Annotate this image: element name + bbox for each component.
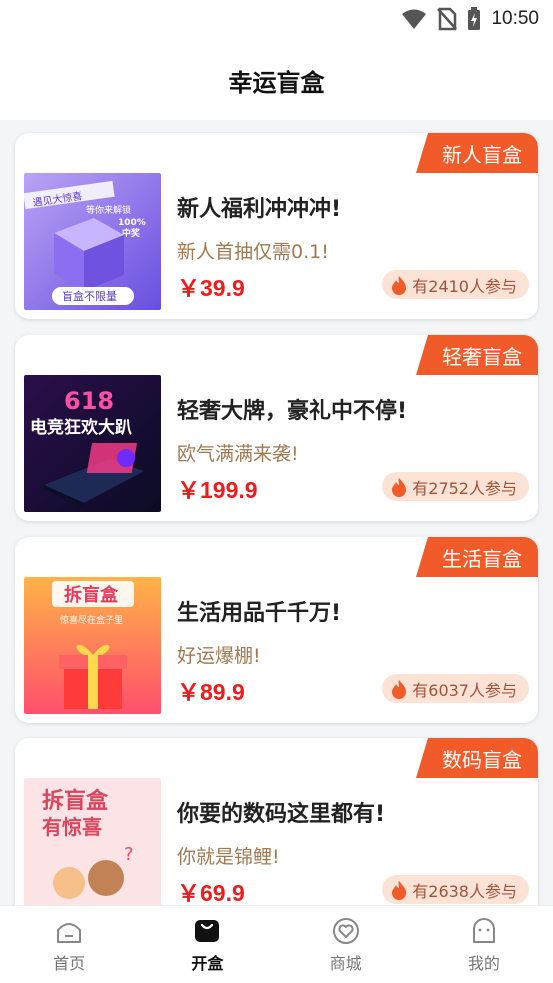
blind-box-card[interactable]: 数码盲盒 拆盲盒 有惊喜 ? 你要的数码这里都有! 你就是锦鲤! ￥69.9 有…: [15, 738, 538, 905]
wifi-icon: [402, 9, 427, 29]
box-name: 你要的数码这里都有!: [177, 802, 386, 827]
box-name: 生活用品千千万!: [177, 601, 342, 626]
box-info: 你要的数码这里都有! 你就是锦鲤!: [177, 796, 528, 869]
status-time: 10:50: [491, 8, 539, 29]
participants-badge: 有2638人参与: [382, 875, 529, 904]
tab-mall[interactable]: 商城: [277, 906, 415, 983]
fire-icon: [392, 880, 407, 900]
participants-badge: 有2410人参与: [382, 270, 529, 299]
box-thumbnail: 618 电竞狂欢大趴: [24, 375, 161, 512]
box-category-tag: 数码盲盒: [416, 738, 538, 778]
thumb-text: 618: [64, 387, 114, 415]
participants-count: 有2410人参与: [412, 276, 517, 296]
box-price: ￥69.9: [177, 880, 245, 905]
box-category-tag: 生活盲盒: [416, 537, 538, 577]
box-info: 生活用品千千万! 好运爆棚!: [177, 595, 528, 668]
box-name: 新人福利冲冲冲!: [177, 197, 342, 222]
status-bar: 10:50: [0, 0, 553, 40]
box-category-tag: 新人盲盒: [416, 133, 538, 173]
tab-profile[interactable]: 我的: [415, 906, 553, 983]
blind-box-card[interactable]: 新人盲盒 遇见大惊喜 等你来解锁 100% 中奖 盲盒不限量 新人福利冲冲冲! …: [15, 133, 538, 319]
tab-open-box[interactable]: 开盒: [138, 906, 276, 983]
blind-box-card[interactable]: 轻奢盲盒 618 电竞狂欢大趴 轻奢大牌，豪礼中不停! 欧气满满来袭! ￥199…: [15, 335, 538, 521]
box-thumbnail: 拆盲盒 惊喜尽在盒子里: [24, 577, 161, 714]
battery-charging-icon: [468, 7, 481, 30]
box-thumbnail: 遇见大惊喜 等你来解锁 100% 中奖 盲盒不限量: [24, 173, 161, 310]
svg-text:100%: 100%: [118, 218, 146, 228]
tab-label: 我的: [467, 953, 500, 973]
tab-home[interactable]: 首页: [0, 906, 138, 983]
box-subtitle: 好运爆棚!: [177, 645, 261, 667]
box-price: ￥39.9: [177, 275, 245, 301]
box-category-tag: 轻奢盲盒: [416, 335, 538, 375]
svg-text:?: ?: [124, 844, 134, 865]
box-price: ￥199.9: [177, 477, 258, 503]
blind-box-card[interactable]: 生活盲盒 拆盲盒 惊喜尽在盒子里 生活用品千千万! 好运爆棚! ￥89.9 有6…: [15, 537, 538, 723]
profile-icon: [472, 917, 495, 943]
blind-box-list[interactable]: 新人盲盒 遇见大惊喜 等你来解锁 100% 中奖 盲盒不限量 新人福利冲冲冲! …: [0, 120, 553, 905]
tab-label: 开盒: [191, 953, 224, 973]
thumb-text: 有惊喜: [42, 815, 102, 839]
fire-icon: [392, 275, 407, 295]
box-subtitle: 你就是锦鲤!: [177, 846, 280, 868]
fire-icon: [392, 477, 407, 497]
thumb-text: 拆盲盒: [42, 788, 109, 814]
box-info: 新人福利冲冲冲! 新人首抽仅需0.1!: [177, 191, 528, 264]
svg-text:中奖: 中奖: [122, 227, 141, 239]
thumb-text: 拆盲盒: [64, 584, 119, 606]
box-price: ￥89.9: [177, 679, 245, 705]
home-icon: [57, 922, 82, 943]
tab-label: 商城: [329, 953, 362, 973]
thumb-text: 盲盒不限量: [62, 289, 117, 303]
header: 幸运盲盒: [0, 40, 553, 120]
participants-badge: 有6037人参与: [382, 674, 529, 703]
participants-badge: 有2752人参与: [382, 472, 529, 501]
page-title: 幸运盲盒: [228, 68, 325, 97]
box-subtitle: 欧气满满来袭!: [177, 443, 299, 465]
box-thumbnail: 拆盲盒 有惊喜 ?: [24, 778, 161, 905]
participants-count: 有2752人参与: [412, 478, 517, 498]
box-name: 轻奢大牌，豪礼中不停!: [177, 399, 408, 424]
participants-count: 有6037人参与: [412, 680, 517, 700]
status-icons: 10:50: [401, 6, 539, 32]
box-subtitle: 新人首抽仅需0.1!: [177, 241, 329, 263]
box-icon: [195, 919, 220, 942]
thumb-text: 惊喜尽在盒子里: [60, 614, 123, 626]
fire-icon: [392, 679, 407, 699]
no-sim-icon: [437, 7, 458, 31]
mall-heart-icon: [332, 917, 359, 944]
thumb-text: 电竞狂欢大趴: [30, 417, 132, 438]
box-info: 轻奢大牌，豪礼中不停! 欧气满满来袭!: [177, 393, 528, 466]
thumb-text: 等你来解锁: [86, 204, 131, 216]
participants-count: 有2638人参与: [412, 881, 517, 901]
tab-label: 首页: [53, 953, 86, 973]
bottom-tab-bar: 首页 开盒 商城 我的: [0, 905, 553, 983]
